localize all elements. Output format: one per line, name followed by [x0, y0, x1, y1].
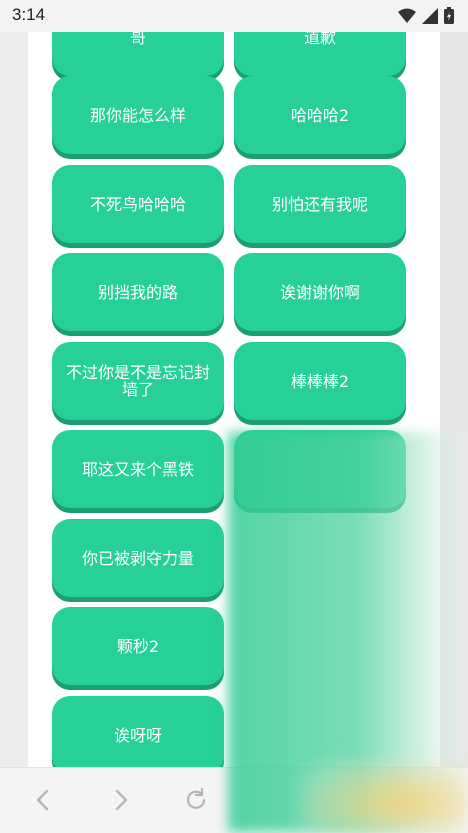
status-icons [398, 7, 454, 24]
status-bar: 3:14 [0, 0, 468, 32]
wifi-icon [398, 8, 416, 23]
reload-icon[interactable] [182, 786, 210, 814]
status-time: 3:14 [12, 5, 46, 24]
sound-button[interactable]: 耶这又来个黑铁 [52, 430, 224, 508]
blurred-overlay-bottom [300, 760, 468, 832]
signal-icon [422, 7, 438, 24]
sound-button[interactable]: 你已被剥夺力量 [52, 519, 224, 597]
sound-button[interactable]: 别怕还有我呢 [234, 165, 406, 243]
back-icon[interactable] [30, 786, 58, 814]
sound-button[interactable]: 哥 [52, 32, 224, 76]
sound-button[interactable]: 别挡我的路 [52, 253, 224, 331]
battery-icon [444, 7, 454, 24]
sound-button[interactable]: 诶谢谢你啊 [234, 253, 406, 331]
forward-icon[interactable] [106, 786, 134, 814]
sound-button[interactable]: 不死鸟哈哈哈 [52, 165, 224, 243]
sound-button[interactable]: 棒棒棒2 [234, 342, 406, 420]
sound-button[interactable]: 哈哈哈2 [234, 76, 406, 154]
sound-button[interactable]: 诶呀呀 [52, 696, 224, 767]
sound-button[interactable]: 不过你是不是忘记封墙了 [52, 342, 224, 420]
sound-button[interactable]: 那你能怎么样 [52, 76, 224, 154]
page-gutter-left [0, 32, 28, 767]
sound-button[interactable]: 道歉 [234, 32, 406, 76]
sound-button[interactable]: 颗秒2 [52, 607, 224, 685]
